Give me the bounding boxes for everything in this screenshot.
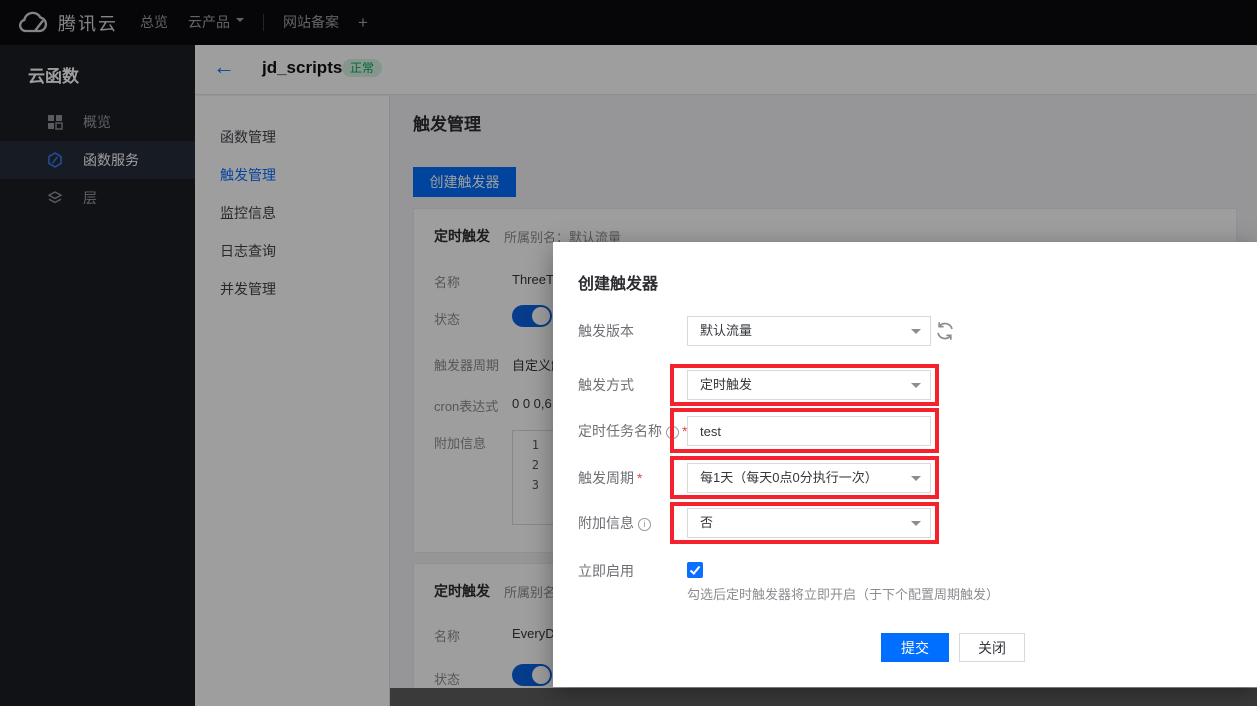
- required-marker: *: [637, 470, 642, 486]
- task-name-input[interactable]: [687, 416, 931, 446]
- trigger-period-label: 触发周期*: [578, 463, 642, 493]
- submit-button[interactable]: 提交: [881, 633, 949, 662]
- chevron-down-icon: [911, 521, 921, 526]
- trigger-period-select[interactable]: 每1天（每天0点0分执行一次）: [687, 463, 931, 493]
- enable-helper-text: 勾选后定时触发器将立即开启（于下个配置周期触发）: [687, 584, 999, 603]
- check-icon: [687, 562, 703, 578]
- chevron-down-icon: [911, 329, 921, 334]
- create-trigger-dialog: 创建触发器 触发版本 默认流量 触发方式 定时触发 定时任务名称i* 触发周期*…: [553, 242, 1257, 687]
- close-button[interactable]: 关闭: [959, 633, 1025, 662]
- info-icon: i: [638, 518, 651, 531]
- enable-now-label: 立即启用: [578, 558, 634, 584]
- task-name-label: 定时任务名称i*: [578, 416, 687, 446]
- trigger-version-label: 触发版本: [578, 316, 634, 346]
- chevron-down-icon: [911, 476, 921, 481]
- enable-now-checkbox[interactable]: [687, 562, 703, 578]
- console-screen: 腾讯云 总览 云产品 网站备案 + 云函数 概览 函数服务: [0, 0, 1257, 706]
- attach-info-select[interactable]: 否: [687, 508, 931, 538]
- trigger-type-label: 触发方式: [578, 370, 634, 400]
- info-icon: i: [666, 426, 679, 439]
- trigger-version-select[interactable]: 默认流量: [687, 316, 931, 346]
- dialog-title: 创建触发器: [578, 270, 658, 294]
- trigger-type-select[interactable]: 定时触发: [687, 370, 931, 400]
- chevron-down-icon: [911, 383, 921, 388]
- refresh-icon[interactable]: [934, 320, 956, 342]
- attach-info-label: 附加信息i: [578, 508, 651, 538]
